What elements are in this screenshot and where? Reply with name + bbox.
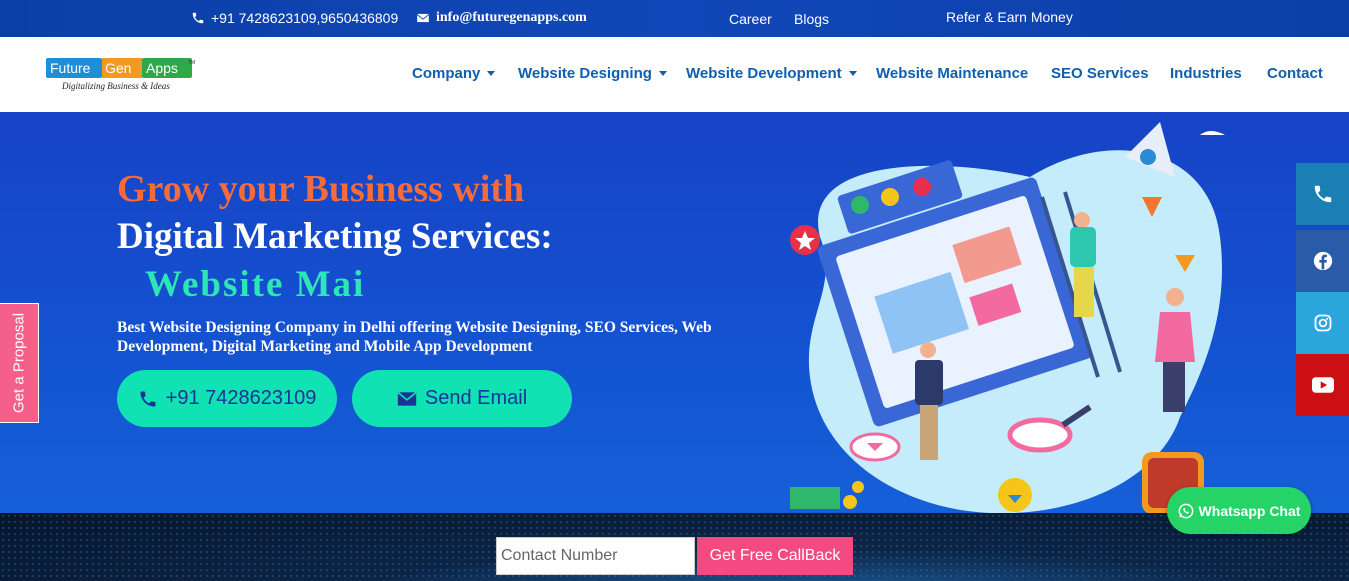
whatsapp-icon [1178, 503, 1193, 518]
instagram-icon [1314, 314, 1331, 332]
nav-website-development-label: Website Development [686, 65, 842, 82]
logo-graphic: Future Gen Apps TM Digitalizing Business… [46, 58, 195, 91]
whatsapp-chat-label: Whatsapp Chat [1198, 502, 1301, 519]
chevron-down-icon [487, 71, 496, 76]
side-phone-button[interactable] [1296, 163, 1349, 225]
call-button-label: +91 7428623109 [165, 387, 317, 409]
top-phone[interactable]: +91 7428623109,9650436809 [191, 10, 398, 26]
logo-word-future: Future [50, 60, 91, 76]
logo-tagline: Digitalizing Business & Ideas [61, 81, 170, 91]
send-email-button[interactable]: Send Email [352, 370, 572, 427]
phone-icon [1314, 185, 1331, 203]
youtube-icon [1311, 377, 1334, 393]
hero-illustration [790, 122, 1225, 513]
nav-company[interactable]: Company [412, 65, 496, 82]
logo-word-gen: Gen [105, 60, 131, 76]
chevron-down-icon [848, 71, 857, 76]
nav-website-designing-label: Website Designing [518, 65, 652, 82]
side-youtube-button[interactable] [1296, 354, 1349, 416]
nav-company-label: Company [412, 65, 481, 82]
blogs-link[interactable]: Blogs [794, 11, 829, 27]
nav-industries[interactable]: Industries [1170, 65, 1242, 82]
chevron-down-icon [658, 71, 667, 76]
envelope-icon [417, 13, 429, 23]
nav-website-development[interactable]: Website Development [686, 65, 857, 82]
hero-subtitle: Best Website Designing Company in Delhi … [117, 319, 712, 355]
top-email[interactable]: info@futuregenapps.com [416, 10, 587, 26]
top-link-career[interactable]: Career [729, 11, 772, 27]
phone-icon [192, 12, 204, 24]
callback-strip: Get Free CallBack [0, 513, 1349, 581]
get-free-callback-button[interactable]: Get Free CallBack [697, 537, 853, 575]
nav-website-designing[interactable]: Website Designing [518, 65, 667, 82]
get-proposal-tab[interactable]: Get a Proposal [0, 303, 39, 423]
phone-icon [140, 391, 156, 406]
nav-contact-label: Contact [1267, 65, 1323, 82]
logo-tm: TM [188, 60, 195, 66]
facebook-icon [1313, 251, 1332, 271]
top-phone-text: +91 7428623109,9650436809 [211, 10, 399, 26]
main-navbar: Future Gen Apps TM Digitalizing Business… [0, 37, 1349, 112]
nav-contact[interactable]: Contact [1267, 65, 1323, 82]
send-email-button-label: Send Email [424, 387, 528, 409]
hero-section: Grow your Business with Digital Marketin… [0, 112, 1349, 513]
top-link-refer[interactable]: Refer & Earn Money [946, 9, 1073, 25]
envelope-icon [397, 391, 417, 406]
refer-link[interactable]: Refer & Earn Money [946, 9, 1073, 25]
top-bar: +91 7428623109,9650436809 info@futuregen… [0, 0, 1349, 37]
site-logo[interactable]: Future Gen Apps TM Digitalizing Business… [46, 55, 198, 95]
career-link[interactable]: Career [729, 11, 772, 27]
call-button[interactable]: +91 7428623109 [117, 370, 337, 427]
nav-seo-services[interactable]: SEO Services [1051, 65, 1149, 82]
hero-typed-text: Website Mai [145, 264, 366, 305]
hero-headline-line1: Grow your Business with [117, 168, 525, 210]
side-facebook-button[interactable] [1296, 230, 1349, 292]
top-link-blogs[interactable]: Blogs [794, 11, 829, 27]
nav-industries-label: Industries [1170, 65, 1242, 82]
nav-website-maintenance-label: Website Maintenance [876, 65, 1029, 82]
get-proposal-label: Get a Proposal [10, 312, 28, 414]
top-email-text: info@futuregenapps.com [436, 10, 587, 25]
logo-word-apps: Apps [146, 60, 178, 76]
nav-seo-services-label: SEO Services [1051, 65, 1149, 82]
nav-website-maintenance[interactable]: Website Maintenance [876, 65, 1028, 82]
hero-headline-line2: Digital Marketing Services: [117, 216, 553, 257]
contact-number-input[interactable] [496, 537, 695, 575]
whatsapp-chat-button[interactable]: Whatsapp Chat [1167, 487, 1311, 534]
side-instagram-button[interactable] [1296, 292, 1349, 354]
